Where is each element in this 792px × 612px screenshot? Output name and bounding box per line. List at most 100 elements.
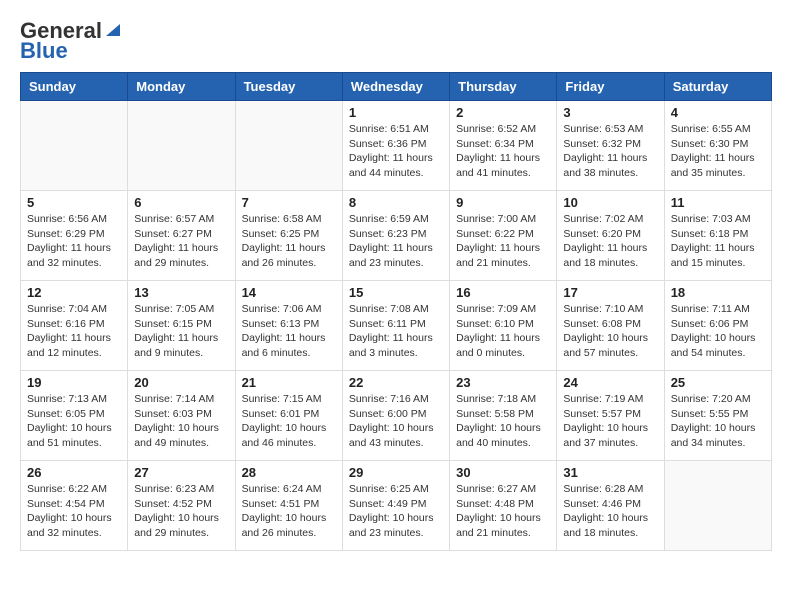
day-info: Sunrise: 6:52 AM Sunset: 6:34 PM Dayligh… [456,122,550,181]
day-number: 23 [456,375,550,390]
day-info: Sunrise: 6:25 AM Sunset: 4:49 PM Dayligh… [349,482,443,541]
column-header-thursday: Thursday [450,73,557,101]
logo-blue: Blue [20,40,68,62]
day-number: 4 [671,105,765,120]
day-number: 21 [242,375,336,390]
calendar-cell: 14 Sunrise: 7:06 AM Sunset: 6:13 PM Dayli… [235,281,342,371]
day-number: 8 [349,195,443,210]
logo: General Blue [20,20,122,62]
calendar-cell: 8 Sunrise: 6:59 AM Sunset: 6:23 PM Daylig… [342,191,449,281]
day-number: 29 [349,465,443,480]
calendar-cell: 22 Sunrise: 7:16 AM Sunset: 6:00 PM Dayli… [342,371,449,461]
day-info: Sunrise: 7:05 AM Sunset: 6:15 PM Dayligh… [134,302,228,361]
calendar-cell: 17 Sunrise: 7:10 AM Sunset: 6:08 PM Dayli… [557,281,664,371]
day-info: Sunrise: 7:20 AM Sunset: 5:55 PM Dayligh… [671,392,765,451]
logo-triangle-icon [104,20,122,38]
calendar-cell: 11Sunrise: 7:03 AM Sunset: 6:18 PM Dayli… [664,191,771,281]
day-number: 6 [134,195,228,210]
calendar-week-4: 19 Sunrise: 7:13 AM Sunset: 6:05 PM Dayli… [21,371,772,461]
column-header-friday: Friday [557,73,664,101]
day-number: 9 [456,195,550,210]
day-info: Sunrise: 7:19 AM Sunset: 5:57 PM Dayligh… [563,392,657,451]
day-number: 31 [563,465,657,480]
calendar-cell: 21 Sunrise: 7:15 AM Sunset: 6:01 PM Dayli… [235,371,342,461]
day-number: 15 [349,285,443,300]
column-header-tuesday: Tuesday [235,73,342,101]
day-info: Sunrise: 7:16 AM Sunset: 6:00 PM Dayligh… [349,392,443,451]
day-number: 24 [563,375,657,390]
day-info: Sunrise: 7:02 AM Sunset: 6:20 PM Dayligh… [563,212,657,271]
day-info: Sunrise: 7:18 AM Sunset: 5:58 PM Dayligh… [456,392,550,451]
calendar-cell: 25 Sunrise: 7:20 AM Sunset: 5:55 PM Dayli… [664,371,771,461]
calendar-cell: 28 Sunrise: 6:24 AM Sunset: 4:51 PM Dayli… [235,461,342,551]
calendar-table: SundayMondayTuesdayWednesdayThursdayFrid… [20,72,772,551]
day-number: 28 [242,465,336,480]
calendar-cell: 24 Sunrise: 7:19 AM Sunset: 5:57 PM Dayli… [557,371,664,461]
day-info: Sunrise: 7:06 AM Sunset: 6:13 PM Dayligh… [242,302,336,361]
day-info: Sunrise: 7:13 AM Sunset: 6:05 PM Dayligh… [27,392,121,451]
day-number: 3 [563,105,657,120]
calendar-cell: 5 Sunrise: 6:56 AM Sunset: 6:29 PM Daylig… [21,191,128,281]
calendar-cell: 6 Sunrise: 6:57 AM Sunset: 6:27 PM Daylig… [128,191,235,281]
day-info: Sunrise: 6:23 AM Sunset: 4:52 PM Dayligh… [134,482,228,541]
calendar-cell: 1 Sunrise: 6:51 AM Sunset: 6:36 PM Daylig… [342,101,449,191]
day-number: 20 [134,375,228,390]
calendar-cell [21,101,128,191]
calendar-cell: 4 Sunrise: 6:55 AM Sunset: 6:30 PM Daylig… [664,101,771,191]
calendar-cell: 3 Sunrise: 6:53 AM Sunset: 6:32 PM Daylig… [557,101,664,191]
calendar-cell: 12Sunrise: 7:04 AM Sunset: 6:16 PM Dayli… [21,281,128,371]
day-info: Sunrise: 7:08 AM Sunset: 6:11 PM Dayligh… [349,302,443,361]
column-header-saturday: Saturday [664,73,771,101]
day-number: 1 [349,105,443,120]
day-info: Sunrise: 6:58 AM Sunset: 6:25 PM Dayligh… [242,212,336,271]
calendar-cell: 13 Sunrise: 7:05 AM Sunset: 6:15 PM Dayli… [128,281,235,371]
day-number: 19 [27,375,121,390]
day-info: Sunrise: 6:51 AM Sunset: 6:36 PM Dayligh… [349,122,443,181]
day-info: Sunrise: 6:56 AM Sunset: 6:29 PM Dayligh… [27,212,121,271]
calendar-cell: 10 Sunrise: 7:02 AM Sunset: 6:20 PM Dayli… [557,191,664,281]
calendar-cell [664,461,771,551]
day-info: Sunrise: 6:24 AM Sunset: 4:51 PM Dayligh… [242,482,336,541]
day-info: Sunrise: 7:09 AM Sunset: 6:10 PM Dayligh… [456,302,550,361]
calendar-cell: 30 Sunrise: 6:27 AM Sunset: 4:48 PM Dayli… [450,461,557,551]
day-info: Sunrise: 7:10 AM Sunset: 6:08 PM Dayligh… [563,302,657,361]
day-info: Sunrise: 6:53 AM Sunset: 6:32 PM Dayligh… [563,122,657,181]
day-number: 14 [242,285,336,300]
column-header-monday: Monday [128,73,235,101]
day-info: Sunrise: 7:11 AM Sunset: 6:06 PM Dayligh… [671,302,765,361]
calendar-cell: 19 Sunrise: 7:13 AM Sunset: 6:05 PM Dayli… [21,371,128,461]
calendar-header-row: SundayMondayTuesdayWednesdayThursdayFrid… [21,73,772,101]
day-info: Sunrise: 6:57 AM Sunset: 6:27 PM Dayligh… [134,212,228,271]
calendar-cell: 9 Sunrise: 7:00 AM Sunset: 6:22 PM Daylig… [450,191,557,281]
calendar-cell: 2Sunrise: 6:52 AM Sunset: 6:34 PM Daylig… [450,101,557,191]
day-number: 30 [456,465,550,480]
day-number: 17 [563,285,657,300]
day-number: 26 [27,465,121,480]
day-info: Sunrise: 6:59 AM Sunset: 6:23 PM Dayligh… [349,212,443,271]
calendar-cell: 15 Sunrise: 7:08 AM Sunset: 6:11 PM Dayli… [342,281,449,371]
calendar-week-1: 1 Sunrise: 6:51 AM Sunset: 6:36 PM Daylig… [21,101,772,191]
calendar-cell: 23 Sunrise: 7:18 AM Sunset: 5:58 PM Dayli… [450,371,557,461]
day-number: 25 [671,375,765,390]
day-info: Sunrise: 6:22 AM Sunset: 4:54 PM Dayligh… [27,482,121,541]
day-number: 13 [134,285,228,300]
day-number: 11 [671,195,765,210]
day-info: Sunrise: 6:27 AM Sunset: 4:48 PM Dayligh… [456,482,550,541]
day-number: 5 [27,195,121,210]
calendar-cell: 29 Sunrise: 6:25 AM Sunset: 4:49 PM Dayli… [342,461,449,551]
column-header-wednesday: Wednesday [342,73,449,101]
day-info: Sunrise: 7:15 AM Sunset: 6:01 PM Dayligh… [242,392,336,451]
day-info: Sunrise: 7:04 AM Sunset: 6:16 PM Dayligh… [27,302,121,361]
day-number: 22 [349,375,443,390]
day-number: 18 [671,285,765,300]
calendar-cell [235,101,342,191]
calendar-cell: 16Sunrise: 7:09 AM Sunset: 6:10 PM Dayli… [450,281,557,371]
calendar-cell: 20 Sunrise: 7:14 AM Sunset: 6:03 PM Dayli… [128,371,235,461]
day-info: Sunrise: 6:55 AM Sunset: 6:30 PM Dayligh… [671,122,765,181]
calendar-cell: 31Sunrise: 6:28 AM Sunset: 4:46 PM Dayli… [557,461,664,551]
day-number: 10 [563,195,657,210]
page-header: General Blue [20,20,772,62]
day-info: Sunrise: 7:00 AM Sunset: 6:22 PM Dayligh… [456,212,550,271]
calendar-week-2: 5 Sunrise: 6:56 AM Sunset: 6:29 PM Daylig… [21,191,772,281]
day-info: Sunrise: 7:14 AM Sunset: 6:03 PM Dayligh… [134,392,228,451]
